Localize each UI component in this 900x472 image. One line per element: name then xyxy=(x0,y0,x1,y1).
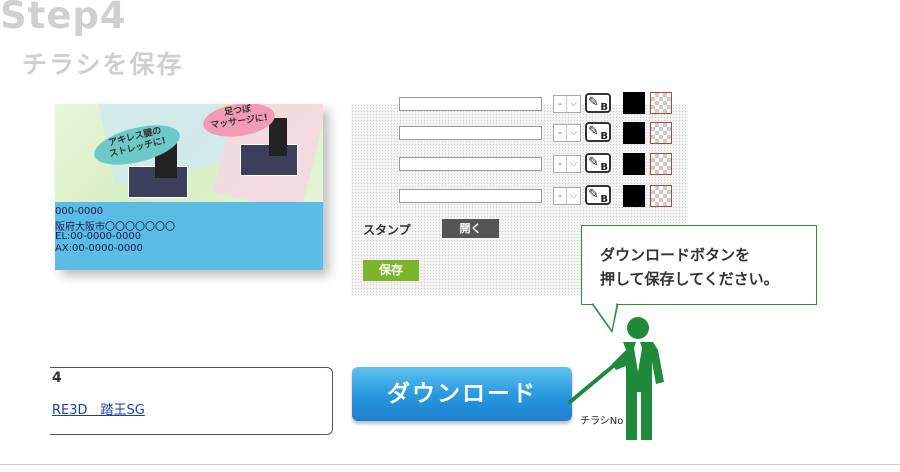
pointing-person-icon xyxy=(568,317,664,440)
instruction-line: ダウンロードボタンを xyxy=(600,246,751,264)
instruction-line: 押して保存してください。 xyxy=(600,270,779,288)
divider xyxy=(0,464,900,465)
callout-tail-fix xyxy=(592,302,618,333)
instruction-text: ダウンロードボタンを 押して保存してください。 xyxy=(600,243,814,291)
